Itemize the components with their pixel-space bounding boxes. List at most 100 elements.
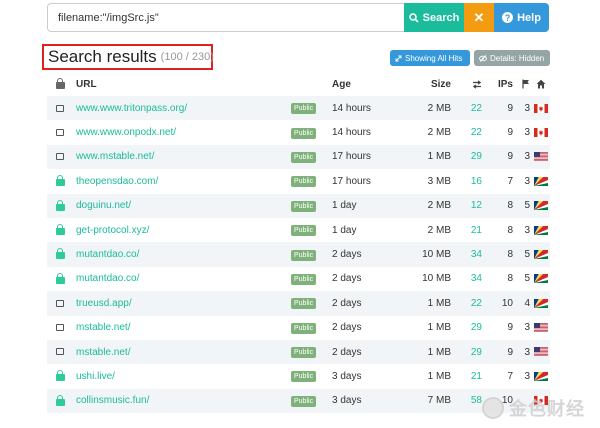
th-url[interactable]: URL xyxy=(73,73,291,96)
search-input[interactable] xyxy=(47,3,404,32)
row-hits[interactable]: 29 xyxy=(471,322,482,333)
showing-all-hits-toggle[interactable]: Showing All Hits xyxy=(390,50,470,66)
row-url-link[interactable]: mutantdao.co/ xyxy=(76,249,139,260)
row-ips: 8 xyxy=(507,273,513,285)
row-url-link[interactable]: collinsmusic.fun/ xyxy=(76,395,149,406)
row-ips: 9 xyxy=(507,127,513,139)
search-button[interactable]: Search xyxy=(404,3,464,32)
public-badge: Public xyxy=(291,298,317,310)
public-badge: Public xyxy=(291,103,317,115)
row-age: 14 hours xyxy=(332,127,371,139)
row-country-flag-icon xyxy=(531,242,550,266)
help-button-label: Help xyxy=(517,11,541,24)
row-flags: 3 xyxy=(524,127,530,139)
row-flags: 3 xyxy=(524,322,530,334)
unlocked-icon xyxy=(56,104,64,112)
help-button[interactable]: ? Help xyxy=(494,3,549,32)
th-hits[interactable] xyxy=(453,73,488,96)
row-hits[interactable]: 29 xyxy=(471,347,482,358)
row-url-link[interactable]: www.www.tritonpass.org/ xyxy=(76,103,187,114)
home-icon xyxy=(536,80,545,89)
row-hits[interactable]: 58 xyxy=(471,395,482,406)
row-url-link[interactable]: trueusd.app/ xyxy=(76,298,132,309)
row-flags: 3 xyxy=(524,151,530,163)
row-url-link[interactable]: mstable.net/ xyxy=(76,347,130,358)
row-url-link[interactable]: doguinu.net/ xyxy=(76,200,131,211)
row-country-flag-icon xyxy=(531,291,550,315)
row-lock xyxy=(47,145,73,169)
row-size: 1 MB xyxy=(427,346,451,358)
public-badge: Public xyxy=(291,176,317,188)
row-lock xyxy=(47,194,73,218)
th-size[interactable]: Size xyxy=(400,73,453,96)
row-flags: 4 xyxy=(524,297,530,309)
table-row[interactable]: mstable.net/Public 2 days 1 MB 29 9 3 xyxy=(47,339,550,365)
table-row[interactable]: trueusd.app/Public 2 days 1 MB 22 10 4 xyxy=(47,291,550,316)
th-flags[interactable] xyxy=(515,73,531,96)
th-age[interactable]: Age xyxy=(330,73,400,96)
row-url-link[interactable]: mstable.net/ xyxy=(76,322,130,333)
row-country-flag-icon xyxy=(531,364,550,388)
table-row[interactable]: mstable.net/Public 2 days 1 MB 29 9 3 xyxy=(47,316,550,340)
row-age: 17 hours xyxy=(332,151,371,163)
results-count: (100 / 230) xyxy=(160,51,214,63)
row-url-link[interactable]: www.mstable.net/ xyxy=(76,151,154,162)
table-row[interactable]: theopensdao.com/Public 17 hours 3 MB 16 7 3 xyxy=(47,169,550,193)
row-size: 1 MB xyxy=(427,322,451,334)
table-row[interactable]: www.mstable.net/Public 17 hours 1 MB 29 9 3 xyxy=(47,144,550,170)
table-row[interactable]: mutantdao.co/Public 2 days 10 MB 34 8 5 xyxy=(47,242,550,267)
details-toggle[interactable]: Details: Hidden xyxy=(474,50,550,66)
row-url-link[interactable]: theopensdao.com/ xyxy=(76,176,158,187)
row-hits[interactable]: 12 xyxy=(471,200,482,211)
exchange-icon xyxy=(472,80,482,89)
row-flags: 3 xyxy=(524,224,530,236)
table-row[interactable]: collinsmusic.fun/Public 3 days 7 MB 58 10 xyxy=(47,388,550,414)
row-url-link[interactable]: www.www.onpodx.net/ xyxy=(76,127,176,138)
row-url-link[interactable]: ushi.live/ xyxy=(76,371,115,382)
row-lock xyxy=(47,96,73,120)
row-ips: 8 xyxy=(507,224,513,236)
th-lock xyxy=(47,73,73,96)
table-row[interactable]: mutantdao.co/Public 2 days 10 MB 34 8 5 xyxy=(47,267,550,291)
row-hits[interactable]: 22 xyxy=(471,127,482,138)
row-hits[interactable]: 16 xyxy=(471,176,482,187)
question-icon: ? xyxy=(502,12,514,23)
public-badge: Public xyxy=(291,151,317,163)
table-row[interactable]: doguinu.net/Public 1 day 2 MB 12 8 5 xyxy=(47,193,550,218)
showing-all-hits-label: Showing All Hits xyxy=(405,53,463,63)
public-badge: Public xyxy=(291,127,317,139)
public-badge: Public xyxy=(291,249,317,261)
row-hits[interactable]: 21 xyxy=(471,371,482,382)
row-size: 10 MB xyxy=(422,249,451,261)
row-hits[interactable]: 34 xyxy=(471,273,482,284)
search-button-label: Search xyxy=(422,11,460,24)
row-size: 2 MB xyxy=(427,127,451,139)
row-ips: 9 xyxy=(507,151,513,163)
row-country-flag-icon xyxy=(531,194,550,218)
table-row[interactable]: www.www.tritonpass.org/Public 14 hours 2 M… xyxy=(47,96,550,121)
row-hits[interactable]: 21 xyxy=(471,225,482,236)
row-lock xyxy=(47,291,73,315)
row-ips: 8 xyxy=(507,200,513,212)
lock-icon xyxy=(55,78,65,90)
row-hits[interactable]: 22 xyxy=(471,103,482,114)
row-lock xyxy=(47,389,73,413)
th-ips[interactable]: IPs xyxy=(488,73,515,96)
clear-button[interactable]: ✕ xyxy=(464,3,494,32)
table-row[interactable]: ushi.live/Public 3 days 1 MB 21 7 3 xyxy=(47,364,550,388)
row-hits[interactable]: 22 xyxy=(471,298,482,309)
eye-slash-icon xyxy=(479,54,487,62)
search-icon xyxy=(408,12,419,23)
unlocked-icon xyxy=(56,153,64,161)
row-size: 10 MB xyxy=(422,273,451,285)
th-country[interactable] xyxy=(531,73,550,96)
table-row[interactable]: get-protocol.xyz/Public 1 day 2 MB 21 8 3 xyxy=(47,218,550,242)
row-url-link[interactable]: mutantdao.co/ xyxy=(76,273,139,284)
row-hits[interactable]: 29 xyxy=(471,151,482,162)
row-flags: 3 xyxy=(524,102,530,114)
row-age: 2 days xyxy=(332,249,362,261)
table-row[interactable]: www.www.onpodx.net/Public 14 hours 2 MB 22 9… xyxy=(47,120,550,144)
row-url-link[interactable]: get-protocol.xyz/ xyxy=(76,225,149,236)
unlocked-icon xyxy=(56,299,64,307)
row-hits[interactable]: 34 xyxy=(471,249,482,260)
